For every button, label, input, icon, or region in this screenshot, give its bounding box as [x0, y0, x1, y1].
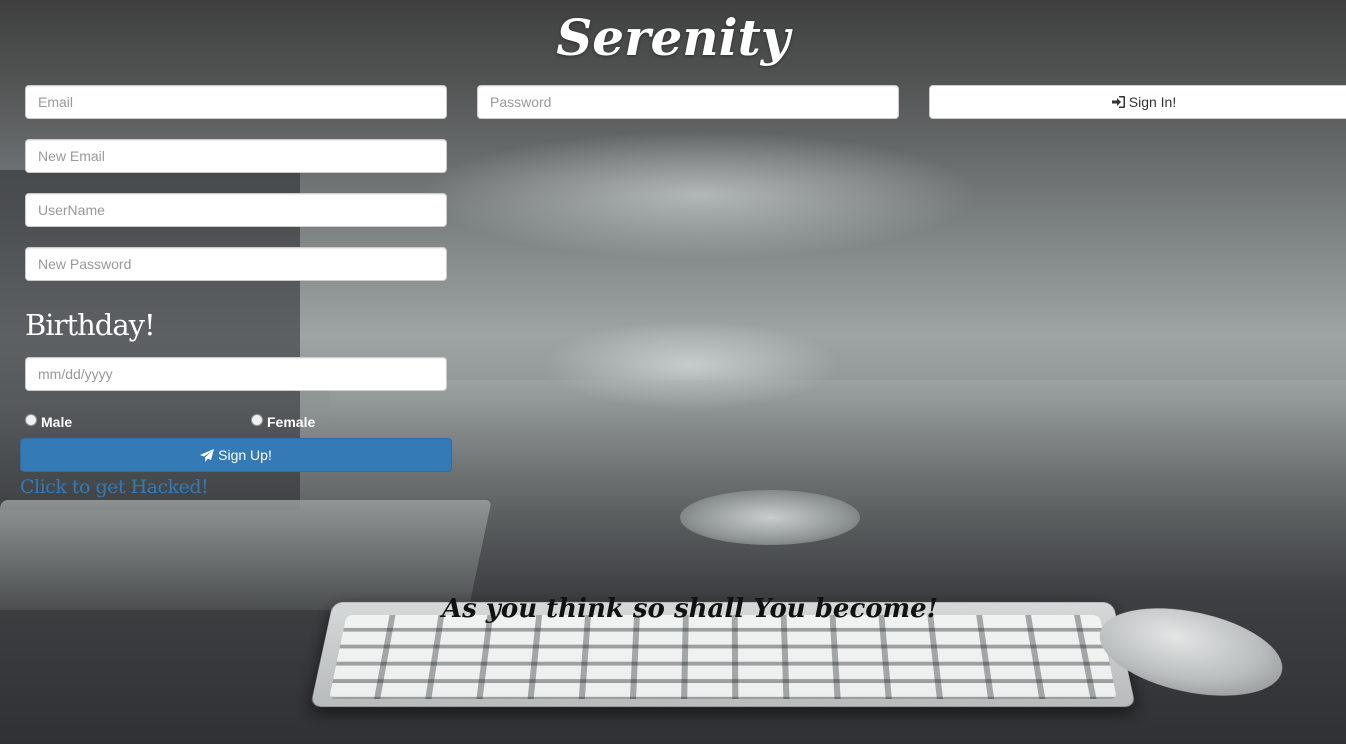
password-input[interactable] [477, 85, 899, 119]
new-password-input[interactable] [25, 247, 447, 281]
background-glow [420, 130, 980, 260]
quote-text: As you think so shall You become! [441, 594, 939, 624]
sign-in-button[interactable]: Sign In! [929, 85, 1346, 119]
female-radio[interactable] [251, 414, 263, 426]
male-radio[interactable] [25, 414, 37, 426]
new-email-input[interactable] [25, 139, 447, 173]
gender-option-female[interactable]: Female [251, 414, 315, 430]
background-keyboard-keys [329, 615, 1117, 699]
sign-in-label: Sign In! [1128, 94, 1177, 110]
hack-link[interactable]: Click to get Hacked! [20, 476, 209, 498]
female-label: Female [267, 414, 316, 430]
sign-in-icon [1111, 96, 1125, 108]
sign-up-label: Sign Up! [218, 447, 272, 463]
birthday-heading: Birthday! [25, 308, 156, 342]
username-input[interactable] [25, 193, 447, 227]
background-glow-lower [540, 320, 840, 410]
male-label: Male [41, 414, 73, 430]
birthday-input[interactable] [25, 357, 447, 391]
email-input[interactable] [25, 85, 447, 119]
site-title: Serenity [556, 8, 790, 67]
sign-up-button[interactable]: Sign Up! [20, 438, 452, 472]
background-bowl [680, 490, 860, 545]
background-shelf [330, 380, 1346, 420]
paper-plane-icon [200, 448, 215, 462]
gender-option-male[interactable]: Male [25, 414, 72, 430]
